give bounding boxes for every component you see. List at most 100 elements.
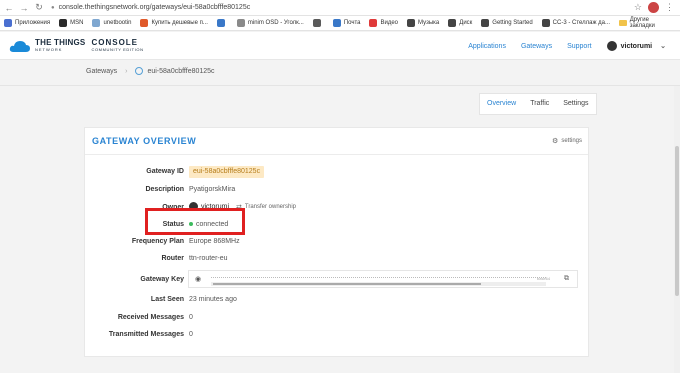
console-title: CONSOLE — [91, 38, 139, 47]
settings-label: settings — [561, 138, 582, 144]
card-divider — [85, 154, 588, 155]
received-messages-value: 0 — [189, 314, 193, 321]
card-title: GATEWAY OVERVIEW — [92, 136, 197, 146]
gateway-icon — [135, 67, 144, 75]
last-seen-value: 23 minutes ago — [189, 296, 237, 303]
header-divider — [0, 85, 680, 86]
tab-bar: Overview Traffic Settings — [479, 93, 597, 115]
bookmark-label: minim OSD - Уголк... — [247, 20, 304, 26]
tab-overview[interactable]: Overview — [480, 94, 523, 114]
logo-sub-text: NETWORK — [35, 47, 63, 52]
bookmark-label: unetbootin — [103, 20, 132, 26]
gateway-id-label: Gateway ID — [146, 168, 184, 175]
other-bookmarks-label: Другие закладки — [629, 17, 655, 29]
transfer-ownership-link[interactable]: ⇄ Transfer ownership — [236, 203, 296, 211]
bookmark-item[interactable]: Приложения — [4, 19, 50, 27]
folder-icon — [619, 20, 627, 26]
bookmark-label: Видео — [380, 20, 399, 26]
tab-traffic[interactable]: Traffic — [523, 94, 556, 114]
bookmark-label: MSN — [70, 20, 84, 26]
cloud-logo-icon — [9, 40, 30, 52]
browser-toolbar: ← → ↻ ● console.thethingsnetwork.org/gat… — [0, 0, 680, 16]
bookmark-label: Getting Started — [492, 20, 533, 26]
bookmark-favicon-icon — [407, 19, 416, 27]
nav-applications[interactable]: Applications — [468, 43, 506, 50]
bookmark-label: CC-3 - Стеллаж да... — [552, 20, 610, 26]
gateway-key-field[interactable]: ◉ base64 ⧉ — [188, 270, 578, 288]
page-scrollbar-thumb[interactable] — [675, 146, 679, 296]
bookmark-item[interactable]: unetbootin — [92, 19, 131, 27]
bookmark-label: Почта — [343, 20, 361, 26]
nav-support[interactable]: Support — [567, 43, 592, 50]
bookmark-label: Музыка — [418, 20, 440, 26]
breadcrumb: Gateways › eui-58a0cbfffe80125c — [86, 67, 215, 75]
bookmark-label: Диск — [459, 20, 473, 26]
bookmark-item[interactable]: Купить дешевые п... — [140, 19, 208, 27]
masked-key — [211, 277, 546, 279]
settings-link[interactable]: ⚙ settings — [552, 137, 582, 145]
key-encoding[interactable]: base64 — [537, 276, 550, 281]
bookmark-item[interactable]: Getting Started — [481, 19, 533, 27]
bookmark-item[interactable]: CC-3 - Стеллаж да... — [541, 19, 610, 27]
lock-icon: ● — [51, 4, 55, 11]
profile-avatar[interactable] — [648, 2, 659, 13]
key-scroll-thumb[interactable] — [213, 283, 481, 285]
description-label: Description — [145, 186, 184, 193]
user-avatar — [606, 41, 617, 51]
bookmarks-bar: Приложения MSN unetbootin Купить дешевые п.… — [0, 16, 680, 31]
chevron-right-icon: › — [125, 67, 128, 75]
description-value: PyatigorskMira — [189, 186, 236, 193]
breadcrumb-gateways[interactable]: Gateways — [86, 68, 117, 75]
key-scrollbar[interactable] — [211, 282, 546, 286]
bookmark-item[interactable]: Диск — [448, 19, 472, 27]
username: victorumi — [620, 42, 653, 50]
tab-settings[interactable]: Settings — [556, 94, 595, 114]
bookmark-favicon-icon — [216, 19, 225, 27]
logo-main-text: THE THINGS — [35, 38, 86, 47]
nav-gateways[interactable]: Gateways — [521, 43, 552, 50]
bookmark-item[interactable]: Почта — [332, 19, 361, 27]
bookmark-star-icon[interactable]: ☆ — [634, 2, 642, 13]
bookmark-favicon-icon — [369, 19, 378, 27]
app-header: THE THINGS NETWORK CONSOLE COMMUNITY EDI… — [0, 32, 680, 60]
address-bar[interactable]: ● console.thethingsnetwork.org/gateways/… — [51, 2, 634, 14]
router-value: ttn-router-eu — [189, 255, 228, 262]
bookmark-favicon-icon — [481, 19, 490, 27]
bookmark-favicon-icon — [92, 19, 101, 27]
browser-menu-icon[interactable]: ⋮ — [665, 2, 674, 13]
chevron-down-icon: ⌄ — [660, 43, 666, 50]
bookmark-item[interactable]: Музыка — [407, 19, 439, 27]
bookmark-favicon-icon — [332, 19, 341, 27]
bookmark-label: Приложения — [15, 20, 51, 26]
ttn-logo[interactable]: THE THINGS NETWORK CONSOLE COMMUNITY EDI… — [9, 39, 144, 53]
bookmark-item[interactable]: MSN — [59, 19, 83, 27]
forward-icon[interactable]: → — [18, 2, 30, 14]
url-text: console.thethingsnetwork.org/gateways/eu… — [58, 4, 251, 11]
copy-icon[interactable]: ⧉ — [564, 275, 569, 283]
frequency-plan-label: Frequency Plan — [131, 238, 184, 245]
received-messages-label: Received Messages — [117, 314, 184, 321]
bookmark-label: Купить дешевые п... — [151, 20, 208, 26]
gateway-id-value: eui-58a0cbfffe80125c — [189, 166, 265, 178]
bookmark-favicon-icon — [236, 19, 245, 27]
gear-icon: ⚙ — [552, 138, 559, 145]
bookmark-item[interactable] — [312, 19, 324, 27]
bookmark-item[interactable]: Видео — [369, 19, 398, 27]
bookmark-item[interactable]: minim OSD - Уголк... — [236, 19, 304, 27]
back-icon[interactable]: ← — [3, 2, 15, 14]
reload-icon[interactable]: ↻ — [33, 2, 45, 14]
bookmark-favicon-icon — [59, 19, 68, 27]
other-bookmarks[interactable]: Другие закладки — [619, 17, 674, 29]
bookmark-favicon-icon — [541, 19, 550, 27]
console-subtitle: COMMUNITY EDITION — [91, 47, 144, 52]
status-highlight-box — [145, 208, 245, 235]
bookmark-favicon-icon — [312, 19, 321, 27]
bookmark-item[interactable] — [216, 19, 228, 27]
breadcrumb-current: eui-58a0cbfffe80125c — [147, 67, 215, 75]
bookmark-favicon-icon — [448, 19, 457, 27]
eye-icon[interactable]: ◉ — [195, 275, 201, 283]
frequency-plan-value: Europe 868MHz — [189, 238, 240, 245]
gateway-key-label: Gateway Key — [140, 276, 184, 283]
page-scrollbar[interactable] — [674, 86, 680, 373]
user-menu[interactable]: victorumi ⌄ — [606, 41, 666, 51]
